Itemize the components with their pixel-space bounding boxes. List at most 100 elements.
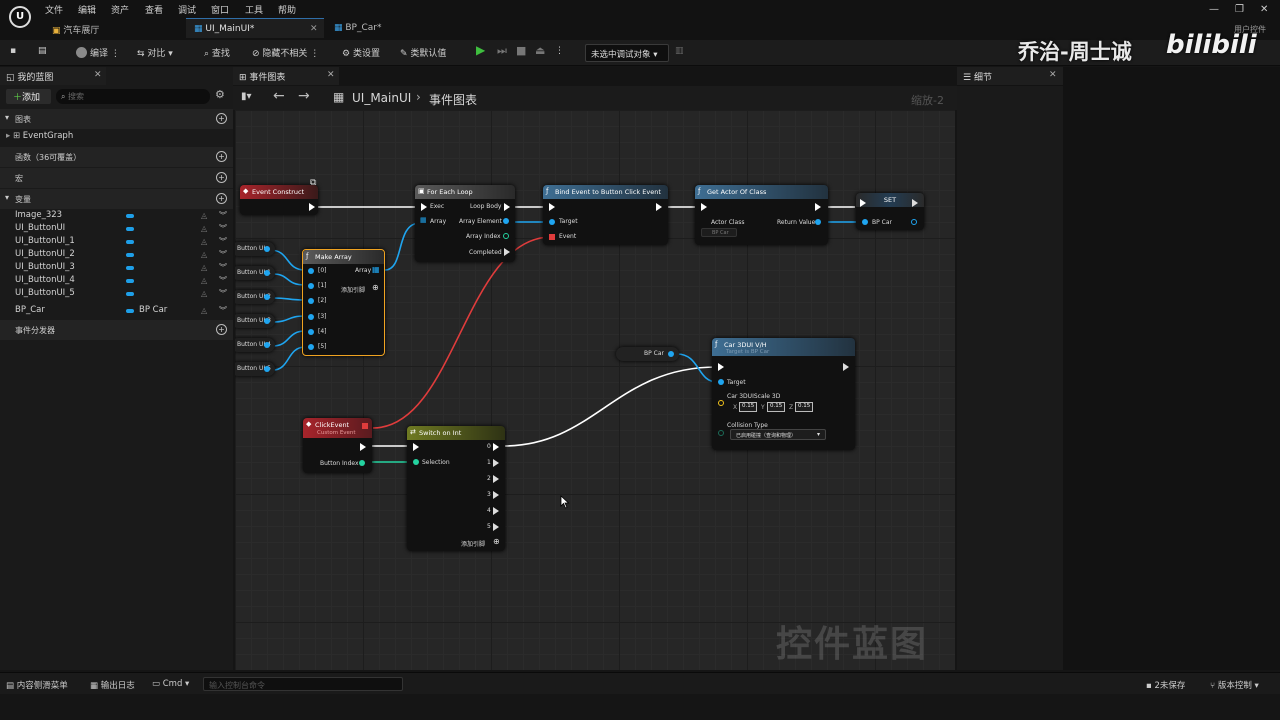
input-pin[interactable] (308, 298, 314, 304)
chevron-down-icon[interactable]: ︾ (219, 288, 227, 299)
input-pin[interactable] (308, 283, 314, 289)
exec-out-pin[interactable] (493, 459, 499, 467)
menu-view[interactable]: 查看 (145, 3, 163, 16)
selection-pin[interactable] (413, 459, 419, 465)
breadcrumb-root[interactable]: UI_MainUI (352, 91, 411, 105)
macros-section-header[interactable]: 宏 + (0, 168, 233, 188)
variable-row[interactable]: UI_ButtonUI_2 ◬ ︾ (0, 249, 233, 262)
chevron-down-icon[interactable]: ︾ (219, 210, 227, 221)
exec-out-pin[interactable] (912, 199, 918, 207)
minimize-icon[interactable]: — (1209, 4, 1219, 15)
exec-out-pin[interactable] (493, 475, 499, 483)
class-select[interactable]: BP Car (701, 228, 737, 237)
eye-icon[interactable]: ◬ (201, 263, 207, 272)
output-log-button[interactable]: ▦ 输出日志 (90, 679, 135, 691)
close-icon[interactable]: ✕ (94, 70, 102, 80)
close-icon[interactable]: ✕ (310, 24, 318, 34)
delegate-out-pin[interactable] (362, 423, 368, 429)
tab-details[interactable]: ☰ 细节 ✕ (957, 67, 1063, 85)
eject-icon[interactable]: ⏏ (535, 44, 545, 57)
class-defaults-button[interactable]: ✎ 类默认值 (400, 46, 446, 59)
menu-debug[interactable]: 调试 (178, 3, 196, 16)
unsaved-button[interactable]: ▪ 2未保存 (1146, 679, 1185, 691)
variable-row[interactable]: UI_ButtonUI_1 ◬ ︾ (0, 236, 233, 249)
bp-car-getter-node[interactable]: BP Car (616, 347, 679, 361)
exec-out-pin[interactable] (504, 248, 510, 256)
close-icon[interactable]: ✕ (327, 70, 335, 80)
variable-row[interactable]: UI_ButtonUI_3 ◬ ︾ (0, 262, 233, 275)
functions-section-header[interactable]: 函数（36可覆盖） + (0, 147, 233, 167)
stop-icon[interactable]: ■ (516, 44, 526, 57)
variable-row[interactable]: UI_ButtonUI ◬ ︾ (0, 223, 233, 236)
chevron-down-icon[interactable]: ︾ (219, 223, 227, 234)
eye-icon[interactable]: ◬ (201, 276, 207, 285)
eye-icon[interactable]: ◬ (201, 211, 207, 220)
menu-file[interactable]: 文件 (45, 3, 63, 16)
exec-out-pin[interactable] (493, 507, 499, 515)
object-out-pin[interactable] (911, 219, 917, 225)
close-window-icon[interactable]: ✕ (1260, 4, 1268, 15)
button-ui-ref-node[interactable]: Button UI 4 (235, 338, 275, 352)
forward-arrow-icon[interactable]: → (298, 88, 310, 104)
eye-icon[interactable]: ◬ (201, 237, 207, 246)
collision-type-select[interactable]: 已启用碰撞（查询和物理） ▾ (730, 429, 826, 440)
array-out-pin[interactable]: ▦ (372, 265, 380, 274)
add-button[interactable]: ＋添加 (6, 89, 51, 104)
button-ui-ref-node[interactable]: Button UI 5 (235, 362, 275, 376)
gear-icon[interactable]: ⚙ (215, 88, 225, 101)
eye-icon[interactable]: ◬ (201, 250, 207, 259)
back-arrow-icon[interactable]: ← (273, 88, 285, 104)
variables-section-header[interactable]: ▾ 变量 + (0, 189, 233, 209)
diff-button[interactable]: ⇆ 对比 ▾ (137, 46, 173, 59)
class-settings-button[interactable]: ⚙ 类设置 (342, 46, 380, 59)
scale-z-input[interactable]: 0.15 (795, 402, 813, 412)
button-ui-ref-node[interactable]: Button UI 3 (235, 314, 275, 328)
menu-help[interactable]: 帮助 (278, 3, 296, 16)
search-field[interactable]: ⌕ 搜索 (56, 89, 210, 104)
exec-in-pin[interactable] (413, 443, 419, 451)
menu-asset[interactable]: 资产 (111, 3, 129, 16)
exec-out-pin[interactable] (360, 443, 366, 451)
tab-event-graph[interactable]: ⊞ 事件图表 ✕ (233, 67, 339, 85)
object-out-pin[interactable] (264, 294, 270, 300)
add-function-icon[interactable]: + (216, 151, 227, 162)
eye-icon[interactable]: ◬ (201, 224, 207, 233)
add-dispatcher-icon[interactable]: + (216, 324, 227, 335)
event-graph-item[interactable]: ▸ ⊞ EventGraph (0, 131, 233, 144)
input-pin[interactable] (308, 329, 314, 335)
input-pin[interactable] (308, 314, 314, 320)
scale-y-input[interactable]: 0.15 (767, 402, 785, 412)
button-ui-ref-node[interactable]: Button UI (235, 242, 275, 256)
graph-menu-icon[interactable]: ▮▾ (241, 91, 252, 102)
exec-out-pin[interactable] (843, 363, 849, 371)
chevron-down-icon[interactable]: ︾ (219, 305, 227, 316)
tab-bp-car[interactable]: ▦ BP_Car* (326, 18, 466, 38)
console-input[interactable]: 输入控制台命令 (203, 677, 403, 691)
object-out-pin[interactable] (264, 366, 270, 372)
target-pin[interactable] (549, 219, 555, 225)
get-actor-of-class-node[interactable]: Get Actor Of Class ƒ Actor Class BP Car … (695, 185, 828, 245)
object-out-pin[interactable] (668, 351, 674, 357)
hide-unrelated-button[interactable]: ⊘ 隐藏不相关 ⋮ (252, 46, 319, 59)
exec-out-pin[interactable] (493, 523, 499, 531)
exec-out-pin[interactable] (815, 203, 821, 211)
car-3dui-node[interactable]: Car 3DUI V/H ƒ Target is BP Car Target C… (712, 338, 855, 450)
input-pin[interactable] (308, 344, 314, 350)
add-pin-icon[interactable]: ⊕ (493, 537, 500, 546)
button-ui-ref-node[interactable]: Button UI 1 (235, 266, 275, 280)
variable-row[interactable]: Image_323 ◬ ︾ (0, 210, 233, 223)
object-in-pin[interactable] (862, 219, 868, 225)
maximize-icon[interactable]: ❐ (1235, 4, 1244, 15)
compile-button[interactable]: 编译 ⋮ (76, 46, 120, 59)
scale-x-input[interactable]: 0.15 (739, 402, 757, 412)
object-out-pin[interactable] (503, 218, 509, 224)
make-array-node[interactable]: Make Array ƒ [0] [1] [2] [3] [4] [5] Arr… (302, 249, 385, 356)
tab-showroom[interactable]: ▣ 汽车展厅 (44, 18, 184, 38)
tab-ui-mainui[interactable]: ▦ UI_MainUI* ✕ (186, 18, 324, 38)
object-out-pin[interactable] (264, 270, 270, 276)
object-out-pin[interactable] (264, 342, 270, 348)
add-macro-icon[interactable]: + (216, 172, 227, 183)
click-event-node[interactable]: ClickEvent ◆ Custom Event Button Index (303, 418, 372, 473)
add-graph-icon[interactable]: + (216, 113, 227, 124)
variable-row[interactable]: BP_Car BP Car ◬ ︾ (0, 305, 233, 318)
